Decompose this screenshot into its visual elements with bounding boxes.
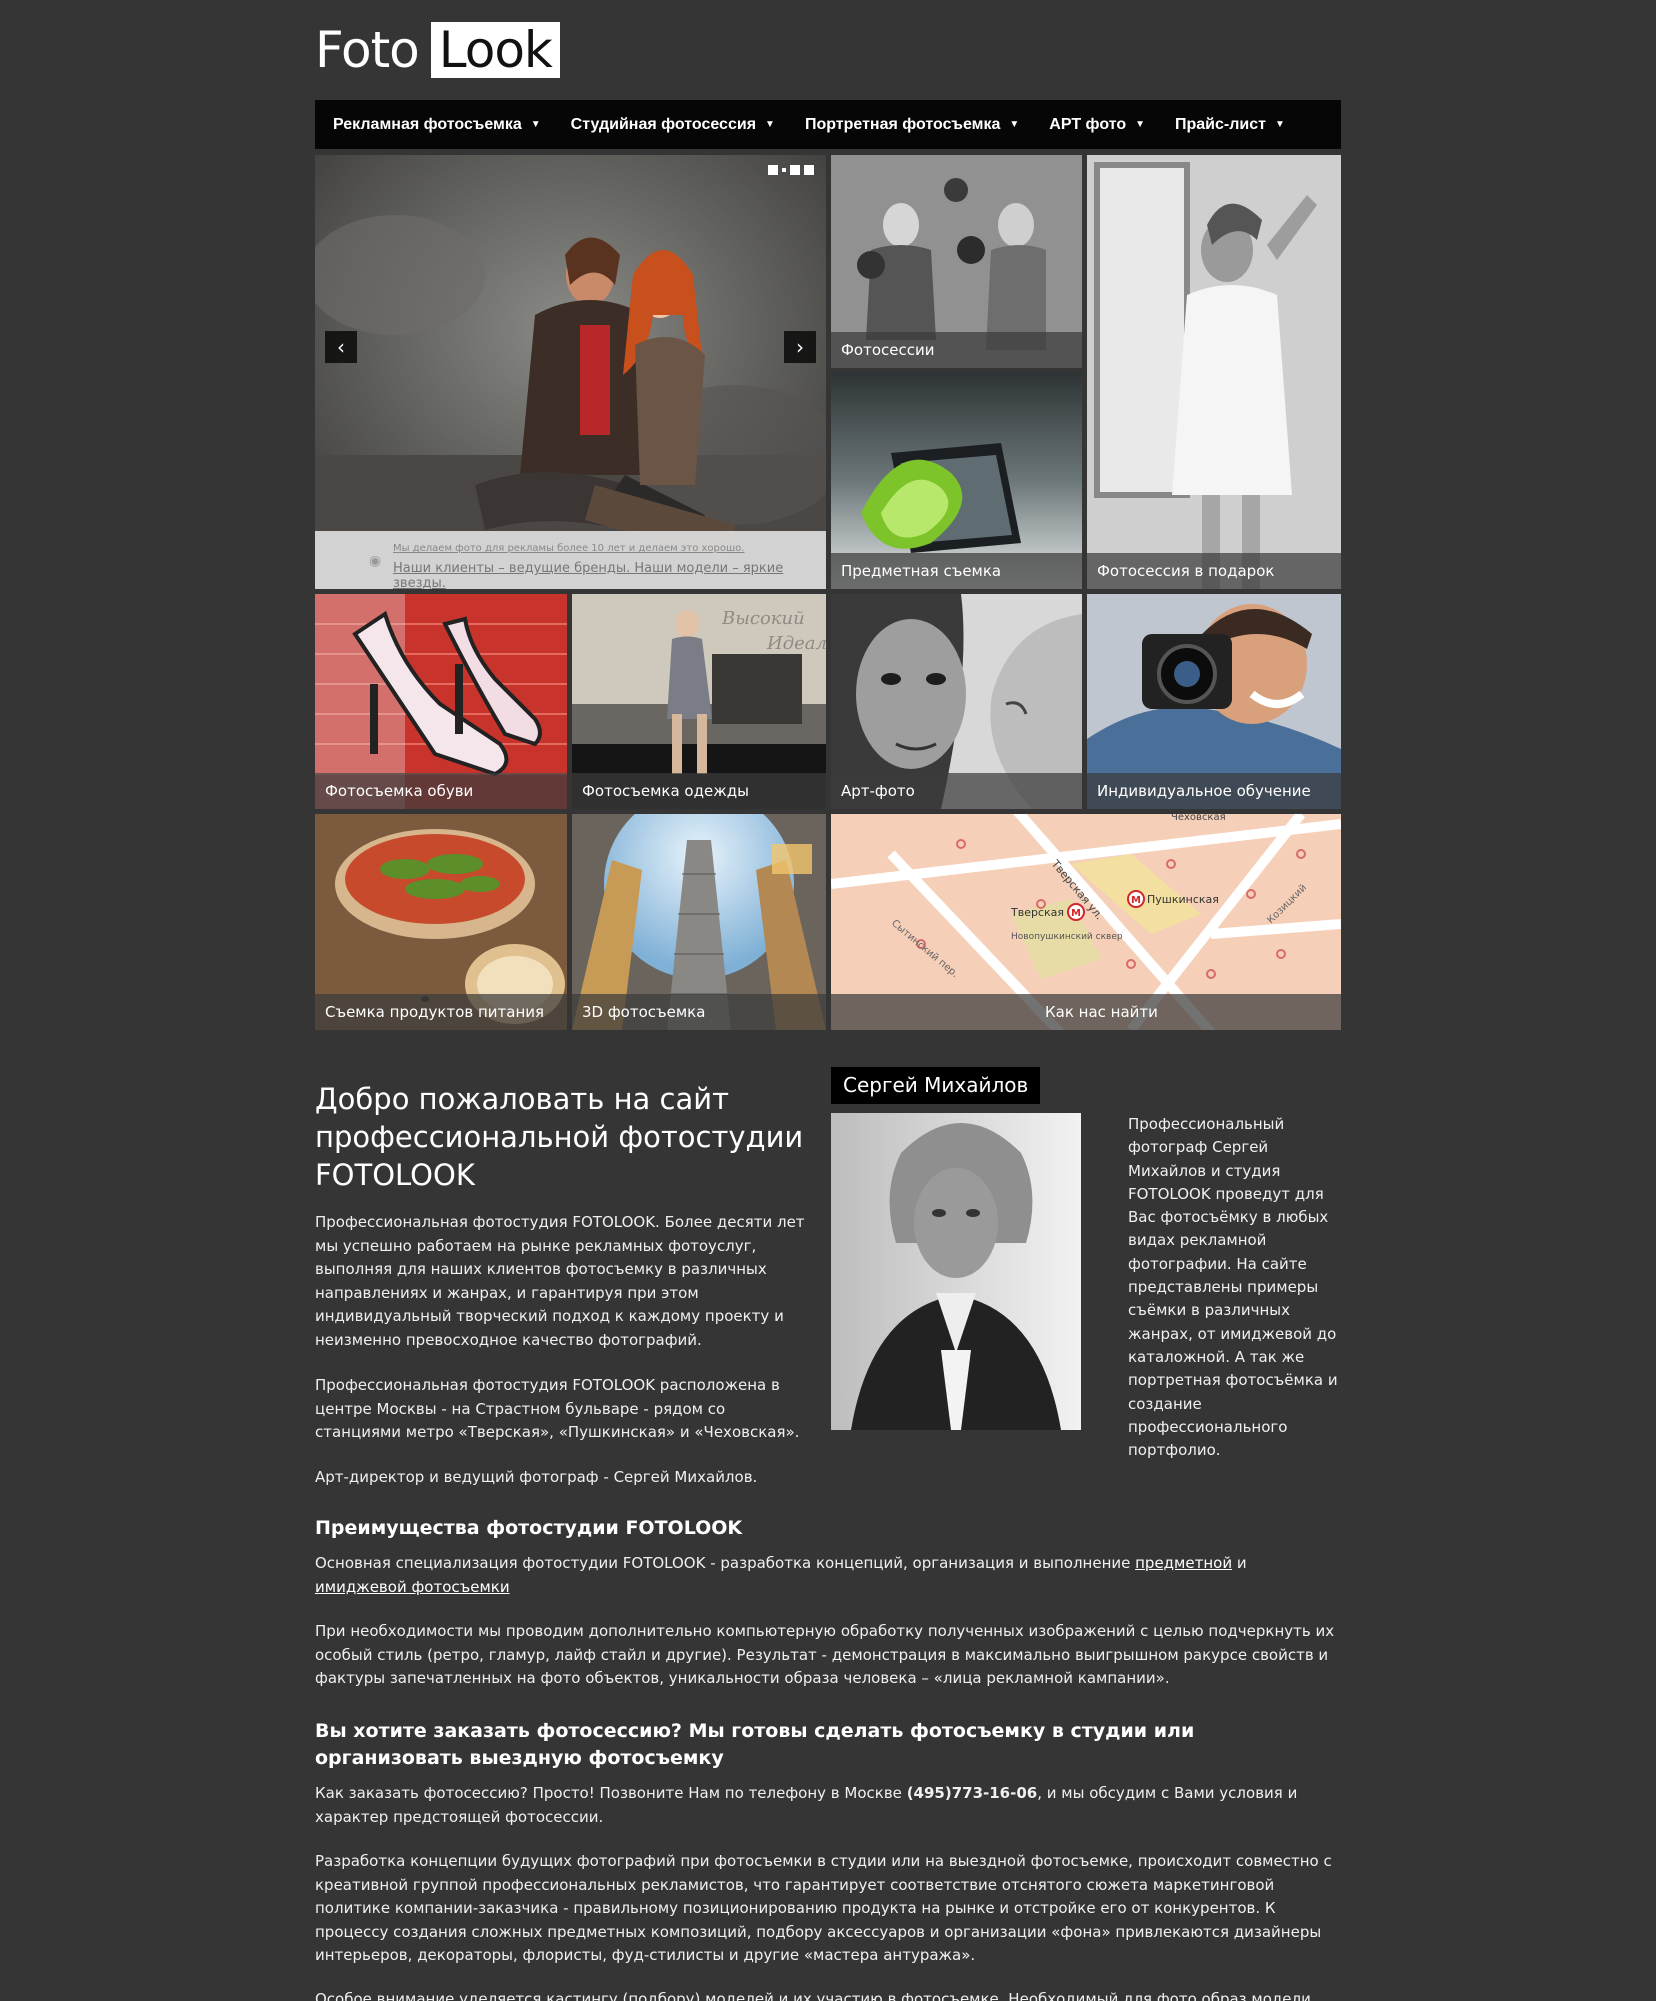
author-portrait-image [831, 1113, 1081, 1430]
svg-text:M: M [1131, 895, 1141, 906]
nav-item-art[interactable]: АРТ фото ▼ [1049, 116, 1145, 134]
tile-image [1087, 155, 1341, 589]
tile-shoes[interactable]: Фотосъемка обуви [315, 594, 567, 809]
casting-paragraph: Особое внимание уделяется кастингу (подб… [315, 1990, 1311, 2001]
tile-food[interactable]: Съемка продуктов питания [315, 814, 567, 1030]
nav-item-studio[interactable]: Студийная фотосессия ▼ [571, 116, 775, 134]
slider-dot[interactable] [790, 165, 800, 175]
svg-text:Высокий: Высокий [721, 608, 805, 629]
tile-3d-photo[interactable]: 3D фотосъемка [572, 814, 826, 1030]
eye-icon: ◉ [369, 553, 382, 569]
order-heading: Вы хотите заказать фотосессию? Мы готовы… [315, 1720, 1195, 1769]
hero-slider[interactable]: ‹ › ◉ Мы делаем фото для рекламы более 1… [315, 155, 826, 589]
svg-text:Идеал: Идеал [766, 633, 826, 654]
tile-map-how-to-find[interactable]: M M Тверская Пушкинская Новопушкинский с… [831, 814, 1341, 1030]
tile-caption: Съемка продуктов питания [315, 994, 567, 1030]
slider-dot[interactable] [804, 165, 814, 175]
author-photo [831, 1113, 1081, 1430]
concept-paragraph: Разработка концепции будущих фотографий … [315, 1852, 1332, 1964]
tile-caption: Фотосъемка обуви [315, 773, 567, 809]
chevron-down-icon: ▼ [530, 119, 541, 130]
nav-item-label: Портретная фотосъемка [804, 115, 1001, 133]
tile-caption: Индивидуальное обучение [1087, 773, 1341, 809]
chevron-down-icon: ▼ [765, 119, 775, 130]
nav-item-pricelist[interactable]: Прайс-лист ▼ [1175, 116, 1285, 134]
tile-caption: Предметная съемка [831, 553, 1082, 589]
page-title: Добро пожаловать на сайт профессионально… [315, 1082, 804, 1192]
slider-next-button[interactable]: › [784, 331, 816, 363]
map-label-square: Новопушкинский сквер [1011, 932, 1123, 942]
chevron-down-icon: ▼ [1009, 119, 1020, 130]
tile-product-shooting[interactable]: Предметная съемка [831, 373, 1082, 589]
art-director-paragraph: Арт-директор и ведущий фотограф - Сергей… [315, 1468, 758, 1486]
tile-clothes[interactable]: Высокий Идеал Фотосъемка одежды [572, 594, 826, 809]
location-paragraph: Профессиональная фотостудия FOTOLOOK рас… [315, 1376, 800, 1441]
slider-prev-button[interactable]: ‹ [325, 331, 357, 363]
phone-number[interactable]: (495)773-16-06 [907, 1784, 1038, 1802]
nav-item-label: АРТ фото [1049, 115, 1127, 133]
chevron-left-icon: ‹ [337, 335, 345, 359]
processing-paragraph: При необходимости мы проводим дополнител… [315, 1622, 1335, 1687]
image-shooting-link[interactable]: имиджевой фотосъемки [315, 1578, 510, 1596]
nav-item-advertising[interactable]: Рекламная фотосъемка ▼ [333, 116, 541, 134]
and-text: и [1232, 1554, 1247, 1572]
slider-dot[interactable] [782, 168, 786, 172]
chevron-down-icon: ▼ [1135, 119, 1145, 130]
advantages-paragraph: Основная специализация фотостудии FOTOLO… [315, 1552, 1341, 1599]
slider-caption-line2: Наши клиенты – ведущие бренды. Наши моде… [393, 561, 784, 589]
nav-item-label: Рекламная фотосъемка [333, 115, 522, 133]
svg-text:M: M [1071, 908, 1081, 919]
map-label-chekhovskaya: Чеховская [1171, 814, 1226, 823]
map-label-tverskaya: Тверская [1010, 906, 1064, 919]
tile-caption: Арт-фото [831, 773, 1082, 809]
tile-caption: Фотосессии [831, 332, 1082, 368]
intro-paragraph: Профессиональная фотостудия FOTOLOOK. Бо… [315, 1213, 805, 1349]
tile-caption: Фотосессия в подарок [1087, 553, 1341, 589]
slider-dot[interactable] [768, 165, 778, 175]
tile-art-photo[interactable]: Арт-фото [831, 594, 1082, 809]
chevron-right-icon: › [796, 335, 804, 359]
author-description: Профессиональный фотограф Сергей Михайло… [1128, 1115, 1338, 1460]
tile-individual-training[interactable]: Индивидуальное обучение [1087, 594, 1341, 809]
tile-caption: Фотосъемка одежды [572, 773, 826, 809]
tile-gift-photosession[interactable]: Фотосессия в подарок [1087, 155, 1341, 589]
main-navigation: Рекламная фотосъемка ▼ Студийная фотосесс… [315, 100, 1341, 149]
author-name-label: Сергей Михайлов [831, 1067, 1041, 1104]
nav-item-label: Прайс-лист [1175, 115, 1266, 133]
product-shooting-link[interactable]: предметной [1135, 1554, 1232, 1572]
logo-look-text: Look [430, 22, 560, 78]
tile-photosessions[interactable]: Фотосессии [831, 155, 1082, 368]
map-label-pushkinskaya: Пушкинская [1147, 893, 1219, 906]
tile-caption: 3D фотосъемка [572, 994, 826, 1030]
tile-caption: Как нас найти [831, 994, 1341, 1030]
nav-item-label: Студийная фотосессия [570, 115, 757, 133]
advantages-heading: Преимущества фотостудии FOTOLOOK [315, 1517, 743, 1539]
order-paragraph: Как заказать фотосессию? Просто! Позвони… [315, 1782, 1341, 1829]
nav-item-portrait[interactable]: Портретная фотосъемка ▼ [805, 116, 1019, 134]
slider-pagination[interactable] [768, 165, 814, 175]
chevron-down-icon: ▼ [1274, 119, 1285, 130]
logo-foto-text: Foto [315, 21, 420, 79]
site-logo[interactable]: Foto Look [315, 20, 560, 80]
advantages-text: Основная специализация фотостудии FOTOLO… [315, 1554, 1136, 1572]
slider-caption-line1: Мы делаем фото для рекламы более 10 лет … [393, 543, 745, 554]
order-text-a: Как заказать фотосессию? Просто! Позвони… [315, 1784, 907, 1802]
slider-photo-couple [315, 155, 826, 589]
slider-caption[interactable]: ◉ Мы делаем фото для рекламы более 10 ле… [315, 531, 826, 589]
